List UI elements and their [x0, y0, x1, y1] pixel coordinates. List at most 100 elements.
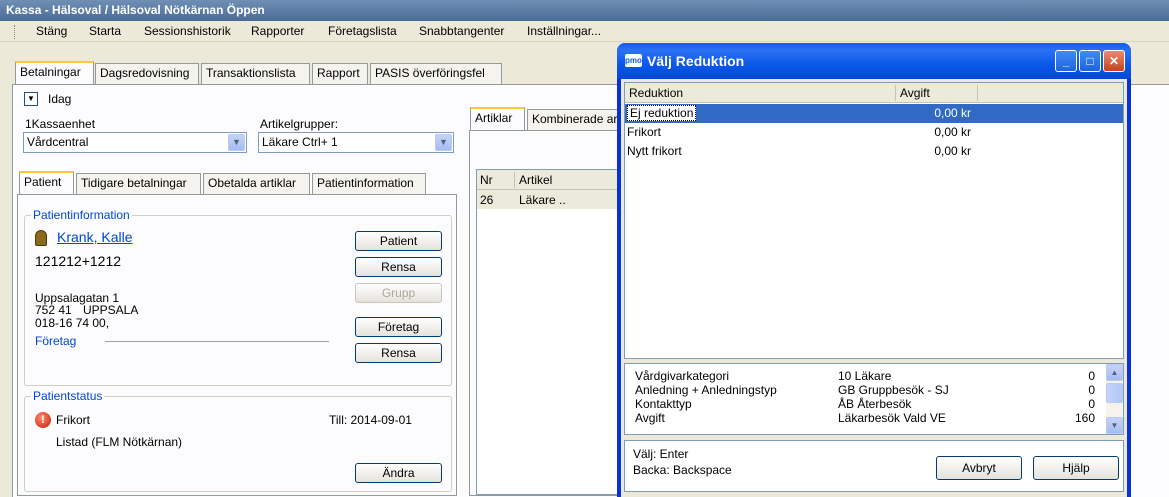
app-icon: pmo — [625, 54, 642, 67]
info-number: 0 — [1088, 369, 1095, 383]
info-row: Vårdgivarkategori 10 Läkare 0 — [625, 369, 1105, 383]
close-icon[interactable]: ✕ — [1103, 50, 1125, 72]
table-row[interactable]: Nytt frikort 0,00 kr — [625, 142, 1123, 161]
reduktion-table: Reduktion Avgift Ej reduktion 0,00 kr Fr… — [624, 82, 1124, 359]
menu-sessionshistorik[interactable]: Sessionshistorik — [144, 24, 231, 38]
patientstatus-title: Patientstatus — [31, 389, 105, 403]
grupp-button[interactable]: Grupp — [355, 283, 442, 303]
col-nr[interactable]: Nr — [480, 173, 493, 187]
maximize-icon[interactable]: □ — [1079, 50, 1101, 72]
info-value: Läkarbesök Vald VE — [838, 411, 946, 425]
info-number: 0 — [1088, 397, 1095, 411]
alert-icon: ! — [35, 412, 51, 428]
info-value: GB Gruppbesök - SJ — [838, 383, 949, 397]
tab-pasis[interactable]: PASIS överföringsfel — [370, 63, 502, 84]
kassaenhet-value: Vårdcentral — [27, 135, 89, 149]
menu-foretagslista[interactable]: Företagslista — [328, 24, 397, 38]
patient-postcode: 752 41 — [35, 303, 72, 317]
info-row: Avgift Läkarbesök Vald VE 160 — [625, 411, 1105, 425]
info-scrollbar[interactable]: ▲ ▼ — [1106, 364, 1123, 434]
toolbar-grip[interactable] — [14, 25, 17, 39]
table-row[interactable]: Frikort 0,00 kr — [625, 123, 1123, 142]
tab-kombinerade[interactable]: Kombinerade ar — [527, 109, 627, 130]
info-value: ÅB Återbesök — [838, 397, 912, 411]
patientinfo-title: Patientinformation — [31, 208, 132, 222]
tab-patientinformation[interactable]: Patientinformation — [312, 173, 426, 194]
articles-header: Nr Artikel — [477, 170, 631, 190]
chevron-down-icon[interactable]: ▼ — [24, 92, 38, 106]
valj-reduktion-dialog: pmo Välj Reduktion _ □ ✕ Reduktion Avgif… — [617, 43, 1131, 497]
dialog-body: Reduktion Avgift Ej reduktion 0,00 kr Fr… — [621, 79, 1127, 497]
table-row[interactable]: Ej reduktion 0,00 kr — [625, 104, 1123, 123]
info-number: 160 — [1074, 411, 1095, 425]
scrollbar-thumb[interactable] — [1106, 383, 1123, 403]
row-avgift: 0,00 kr — [934, 125, 971, 139]
avbryt-button[interactable]: Avbryt — [936, 456, 1022, 480]
kassaenhet-select[interactable]: Vårdcentral ▼ — [23, 132, 247, 153]
info-key: Kontakttyp — [635, 397, 692, 411]
patient-button[interactable]: Patient — [355, 231, 442, 251]
info-key: Vårdgivarkategori — [635, 369, 730, 383]
dialog-footer: Välj: Enter Backa: Backspace Avbryt Hjäl… — [624, 440, 1124, 492]
dialog-titlebar[interactable]: pmo Välj Reduktion _ □ ✕ — [617, 43, 1131, 79]
tab-artiklar[interactable]: Artiklar — [470, 107, 525, 130]
row-artikel: Läkare .. — [519, 193, 566, 207]
info-key: Anledning + Anledningstyp — [635, 383, 777, 397]
menu-snabbtangenter[interactable]: Snabbtangenter — [419, 24, 504, 38]
kassaenhet-label: 1Kassaenhet — [25, 117, 96, 131]
rensa-company-button[interactable]: Rensa — [355, 343, 442, 363]
tab-transaktionslista[interactable]: Transaktionslista — [201, 63, 310, 84]
col-separator[interactable] — [514, 172, 515, 188]
minimize-icon[interactable]: _ — [1055, 50, 1077, 72]
tab-obetalda-artiklar[interactable]: Obetalda artiklar — [203, 173, 310, 194]
row-avgift: 0,00 kr — [934, 106, 971, 120]
patient-name-link[interactable]: Krank, Kalle — [57, 229, 132, 245]
patientinfo-group: Patientinformation Krank, Kalle 121212+1… — [24, 208, 452, 386]
rensa-button[interactable]: Rensa — [355, 257, 442, 277]
col-reduktion[interactable]: Reduktion — [629, 86, 683, 100]
row-reduktion: Frikort — [627, 125, 661, 139]
info-panel: Vårdgivarkategori 10 Läkare 0 Anledning … — [624, 363, 1124, 435]
menu-starta[interactable]: Starta — [89, 24, 121, 38]
chevron-down-icon[interactable]: ▼ — [228, 134, 245, 151]
tab-dagsredovisning[interactable]: Dagsredovisning — [95, 63, 199, 84]
tab-betalningar[interactable]: Betalningar — [15, 61, 94, 84]
reduktion-header: Reduktion Avgift — [625, 83, 1123, 103]
patientstatus-group: Patientstatus ! Frikort Till: 2014-09-01… — [24, 389, 452, 492]
foretag-button[interactable]: Företag — [355, 317, 442, 337]
chevron-up-icon[interactable]: ▲ — [1106, 364, 1123, 381]
col-separator[interactable] — [977, 85, 978, 101]
status-frikort: Frikort — [56, 413, 90, 427]
menu-stang[interactable]: Stäng — [36, 24, 67, 38]
chevron-down-icon[interactable]: ▼ — [435, 134, 452, 151]
row-reduktion: Ej reduktion — [627, 105, 697, 121]
info-key: Avgift — [635, 411, 665, 425]
menu-rapporter[interactable]: Rapporter — [251, 24, 304, 38]
dialog-title: Välj Reduktion — [647, 53, 745, 69]
info-row: Anledning + Anledningstyp GB Gruppbesök … — [625, 383, 1105, 397]
date-filter-label: Idag — [48, 92, 72, 106]
patient-pnr: 121212+1212 — [35, 253, 122, 269]
col-avgift[interactable]: Avgift — [900, 86, 930, 100]
table-row[interactable]: 26 Läkare .. — [477, 190, 631, 209]
tab-rapport[interactable]: Rapport — [312, 63, 368, 84]
col-separator[interactable] — [895, 85, 896, 101]
row-nr: 26 — [480, 193, 494, 207]
tab-tidigare-betalningar[interactable]: Tidigare betalningar — [76, 173, 201, 194]
company-divider — [105, 341, 329, 342]
andra-button[interactable]: Ändra — [355, 463, 442, 483]
menu-installningar[interactable]: Inställningar... — [527, 24, 601, 38]
person-icon — [35, 230, 47, 246]
hjalp-button[interactable]: Hjälp — [1033, 456, 1119, 480]
company-label: Företag — [35, 334, 77, 348]
info-value: 10 Läkare — [838, 369, 892, 383]
articles-table: Nr Artikel 26 Läkare .. — [476, 169, 631, 495]
status-till-date: Till: 2014-09-01 — [329, 413, 412, 427]
chevron-down-icon[interactable]: ▼ — [1106, 417, 1123, 434]
row-avgift: 0,00 kr — [934, 144, 971, 158]
menu-bar: Stäng Starta Sessionshistorik Rapporter … — [0, 21, 1169, 42]
artikelgrupper-select[interactable]: Läkare Ctrl+ 1 ▼ — [258, 132, 454, 153]
tab-patient[interactable]: Patient — [19, 171, 74, 194]
status-listad: Listad (FLM Nötkärnan) — [56, 435, 183, 449]
col-artikel[interactable]: Artikel — [519, 173, 552, 187]
